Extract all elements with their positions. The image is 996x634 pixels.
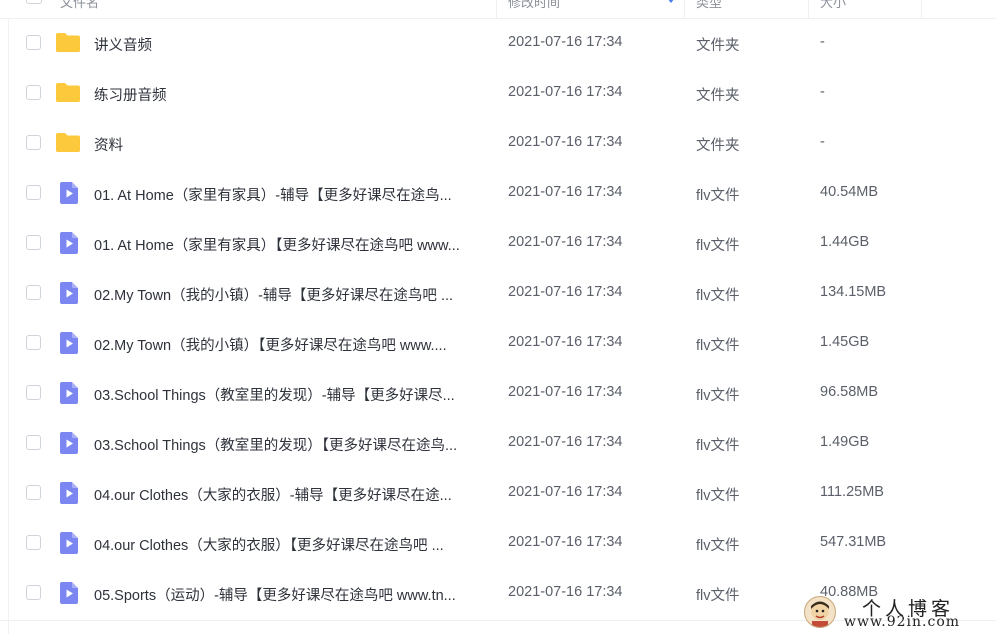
file-row-checkbox[interactable]: [26, 285, 41, 300]
file-type: flv文件: [696, 288, 740, 304]
file-type: flv文件: [696, 238, 740, 254]
file-name[interactable]: 04.our Clothes（大家的衣服）【更多好课尽在途鸟吧 ...: [94, 534, 489, 555]
file-row[interactable]: 02.My Town（我的小镇）-辅导【更多好课尽在途鸟吧 ... 2021-07…: [0, 268, 996, 318]
file-type: flv文件: [696, 588, 740, 604]
file-modified-time: 2021-07-16 17:34: [508, 84, 623, 100]
file-modified-time: 2021-07-16 17:34: [508, 584, 623, 600]
file-name[interactable]: 练习册音频: [94, 84, 489, 105]
video-file-icon: [57, 431, 81, 460]
watermark-avatar-icon: [804, 596, 836, 628]
file-row-checkbox[interactable]: [26, 185, 41, 200]
column-divider: [684, 0, 685, 18]
file-size: 1.45GB: [820, 334, 870, 350]
file-modified-time: 2021-07-16 17:34: [508, 134, 623, 150]
file-type: flv文件: [696, 338, 740, 354]
file-name[interactable]: 01. At Home（家里有家具）【更多好课尽在途鸟吧 www...: [94, 234, 489, 255]
file-modified-time: 2021-07-16 17:34: [508, 334, 623, 350]
file-type: 文件夹: [696, 88, 740, 104]
sort-desc-icon[interactable]: [667, 0, 675, 3]
file-row[interactable]: 04.our Clothes（大家的衣服）【更多好课尽在途鸟吧 ... 2021-…: [0, 518, 996, 568]
column-header-modified-time[interactable]: 修改时间: [508, 0, 560, 11]
column-divider: [921, 0, 922, 18]
file-modified-time: 2021-07-16 17:34: [508, 434, 623, 450]
file-modified-time: 2021-07-16 17:34: [508, 234, 623, 250]
file-row[interactable]: 03.School Things（教室里的发现）-辅导【更多好课尽... 2021…: [0, 368, 996, 418]
file-row[interactable]: 练习册音频 2021-07-16 17:34 文件夹 -: [0, 68, 996, 118]
file-type: flv文件: [696, 388, 740, 404]
file-size: 134.15MB: [820, 284, 887, 300]
file-type: flv文件: [696, 188, 740, 204]
file-size: 1.49GB: [820, 434, 870, 450]
column-header-type[interactable]: 类型: [696, 0, 722, 11]
video-file-icon: [57, 331, 81, 360]
file-row[interactable]: 01. At Home（家里有家具）-辅导【更多好课尽在途鸟... 2021-07…: [0, 168, 996, 218]
file-size: -: [820, 134, 825, 150]
column-divider: [496, 0, 497, 18]
file-modified-time: 2021-07-16 17:34: [508, 484, 623, 500]
video-file-icon: [57, 381, 81, 410]
file-name[interactable]: 02.My Town（我的小镇）-辅导【更多好课尽在途鸟吧 ...: [94, 284, 489, 305]
file-modified-time: 2021-07-16 17:34: [508, 384, 623, 400]
file-size: 96.58MB: [820, 384, 879, 400]
file-modified-time: 2021-07-16 17:34: [508, 284, 623, 300]
blog-watermark: 个人博客 www.92in.com: [800, 592, 996, 634]
file-size: 40.54MB: [820, 184, 879, 200]
file-name[interactable]: 05.Sports（运动）-辅导【更多好课尽在途鸟吧 www.tn...: [94, 584, 489, 605]
column-divider: [808, 0, 809, 18]
file-manager: 文件名 修改时间 类型 大小 讲义音频 2021-07-16 17:34 文件夹 - 练…: [0, 0, 996, 634]
file-size: -: [820, 34, 825, 50]
watermark-url: www.92in.com: [844, 614, 961, 630]
file-type: flv文件: [696, 538, 740, 554]
column-header-name[interactable]: 文件名: [60, 0, 99, 11]
video-file-icon: [57, 581, 81, 610]
file-size: 1.44GB: [820, 234, 870, 250]
file-row-checkbox[interactable]: [26, 435, 41, 450]
file-name[interactable]: 01. At Home（家里有家具）-辅导【更多好课尽在途鸟...: [94, 184, 489, 205]
folder-icon: [55, 131, 81, 158]
file-row[interactable]: 04.our Clothes（大家的衣服）-辅导【更多好课尽在途... 2021-…: [0, 468, 996, 518]
file-row-checkbox[interactable]: [26, 35, 41, 50]
file-row-checkbox[interactable]: [26, 135, 41, 150]
file-list: 讲义音频 2021-07-16 17:34 文件夹 - 练习册音频 2021-07-16 …: [0, 18, 996, 618]
file-row-checkbox[interactable]: [26, 535, 41, 550]
file-row[interactable]: 资料 2021-07-16 17:34 文件夹 -: [0, 118, 996, 168]
file-modified-time: 2021-07-16 17:34: [508, 534, 623, 550]
video-file-icon: [57, 481, 81, 510]
file-type: 文件夹: [696, 38, 740, 54]
file-row[interactable]: 讲义音频 2021-07-16 17:34 文件夹 -: [0, 18, 996, 68]
file-row-checkbox[interactable]: [26, 585, 41, 600]
file-row[interactable]: 02.My Town（我的小镇）【更多好课尽在途鸟吧 www.... 2021-0…: [0, 318, 996, 368]
column-header-size[interactable]: 大小: [820, 0, 846, 11]
file-row-checkbox[interactable]: [26, 385, 41, 400]
file-name[interactable]: 资料: [94, 134, 489, 155]
folder-icon: [55, 31, 81, 58]
file-type: flv文件: [696, 488, 740, 504]
file-row-checkbox[interactable]: [26, 335, 41, 350]
video-file-icon: [57, 531, 81, 560]
file-size: 547.31MB: [820, 534, 887, 550]
file-name[interactable]: 03.School Things（教室里的发现）-辅导【更多好课尽...: [94, 384, 489, 405]
file-size: -: [820, 84, 825, 100]
file-modified-time: 2021-07-16 17:34: [508, 184, 623, 200]
file-name[interactable]: 02.My Town（我的小镇）【更多好课尽在途鸟吧 www....: [94, 334, 489, 355]
file-type: 文件夹: [696, 138, 740, 154]
file-row[interactable]: 03.School Things（教室里的发现）【更多好课尽在途鸟... 2021…: [0, 418, 996, 468]
file-row-checkbox[interactable]: [26, 485, 41, 500]
file-row-checkbox[interactable]: [26, 235, 41, 250]
folder-icon: [55, 81, 81, 108]
file-row[interactable]: 01. At Home（家里有家具）【更多好课尽在途鸟吧 www... 2021-…: [0, 218, 996, 268]
file-name[interactable]: 03.School Things（教室里的发现）【更多好课尽在途鸟...: [94, 434, 489, 455]
file-name[interactable]: 04.our Clothes（大家的衣服）-辅导【更多好课尽在途...: [94, 484, 489, 505]
video-file-icon: [57, 231, 81, 260]
file-name[interactable]: 讲义音频: [94, 34, 489, 55]
file-type: flv文件: [696, 438, 740, 454]
video-file-icon: [57, 181, 81, 210]
file-size: 111.25MB: [820, 484, 884, 500]
file-modified-time: 2021-07-16 17:34: [508, 34, 623, 50]
file-list-header: 文件名 修改时间 类型 大小: [0, 0, 996, 19]
select-all-checkbox[interactable]: [26, 0, 42, 4]
video-file-icon: [57, 281, 81, 310]
file-row-checkbox[interactable]: [26, 85, 41, 100]
